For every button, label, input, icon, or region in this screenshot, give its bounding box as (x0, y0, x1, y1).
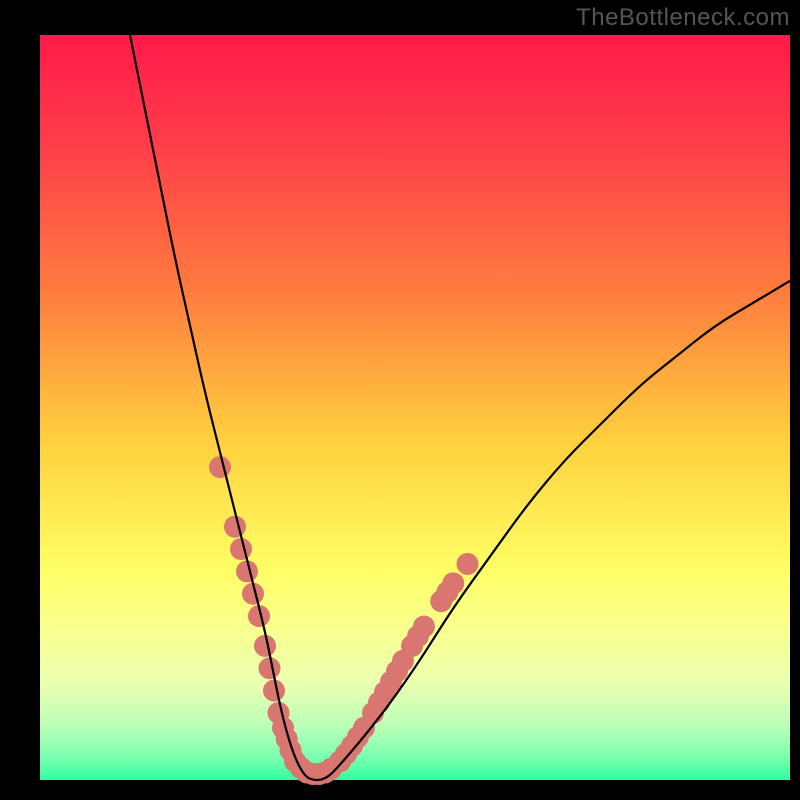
chart-stage: TheBottleneck.com (0, 0, 800, 800)
curve-dot (209, 456, 231, 478)
curve-dot (230, 538, 252, 560)
curve-dot (413, 616, 435, 638)
curve-dot (259, 657, 281, 679)
curve-dot (224, 516, 246, 538)
curve-dot (442, 572, 464, 594)
watermark-text: TheBottleneck.com (576, 4, 790, 32)
curve-dot (263, 680, 285, 702)
chart-svg (0, 0, 800, 800)
curve-dot (254, 635, 276, 657)
curve-dot (457, 553, 479, 575)
